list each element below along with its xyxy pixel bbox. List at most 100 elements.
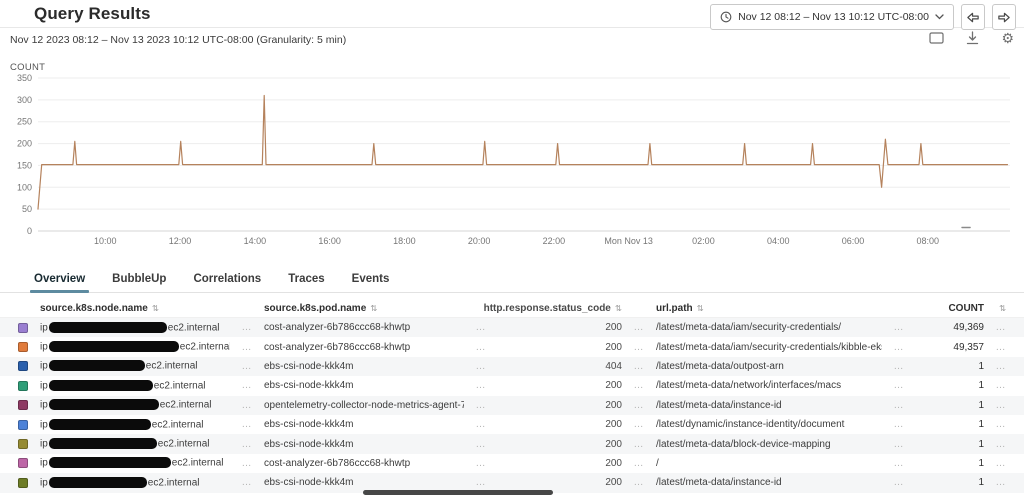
series-swatch-cell: [18, 420, 40, 430]
results-chart: COUNT 050100150200250300350 10:0012:0014…: [0, 56, 1024, 252]
row-menu-ellipsis[interactable]: …: [464, 342, 498, 353]
row-menu-ellipsis[interactable]: …: [464, 361, 498, 372]
table-row[interactable]: ipec2.internal … ebs-csi-node-kkk4m … 20…: [0, 434, 1024, 453]
svg-text:04:00: 04:00: [767, 236, 790, 246]
row-menu-ellipsis[interactable]: …: [230, 342, 264, 353]
horizontal-scrollbar-thumb[interactable]: [363, 490, 553, 495]
url-path-cell: /latest/dynamic/instance-identity/docume…: [656, 419, 882, 430]
table-row[interactable]: ipec2.internal … ebs-csi-node-kkk4m … 20…: [0, 376, 1024, 395]
chart-plot-area[interactable]: 050100150200250300350 10:0012:0014:0016:…: [0, 56, 1024, 252]
redacted-text: [49, 322, 167, 333]
status-code-cell: 200: [498, 322, 622, 333]
row-menu-ellipsis[interactable]: …: [230, 477, 264, 488]
svg-text:350: 350: [17, 73, 32, 83]
row-menu-ellipsis[interactable]: …: [622, 322, 656, 333]
table-body: ipec2.internal … cost-analyzer-6b786ccc6…: [0, 318, 1024, 493]
row-menu-ellipsis[interactable]: …: [984, 361, 1018, 372]
series-swatch-cell: [18, 458, 40, 468]
row-menu-ellipsis[interactable]: …: [622, 361, 656, 372]
row-menu-ellipsis[interactable]: …: [230, 400, 264, 411]
tab-correlations[interactable]: Correlations: [193, 273, 261, 292]
column-header-url-path[interactable]: url.path ⇅: [656, 303, 882, 314]
arrow-left-icon: [966, 11, 980, 24]
column-header-pod-name[interactable]: source.k8s.pod.name ⇅: [264, 303, 464, 314]
tab-events[interactable]: Events: [352, 273, 390, 292]
row-menu-ellipsis[interactable]: …: [984, 458, 1018, 469]
row-menu-ellipsis[interactable]: …: [882, 477, 916, 488]
table-row[interactable]: ipec2.internal … opentelemetry-collector…: [0, 396, 1024, 415]
row-menu-ellipsis[interactable]: …: [464, 419, 498, 430]
row-menu-ellipsis[interactable]: …: [622, 477, 656, 488]
row-menu-ellipsis[interactable]: …: [464, 477, 498, 488]
previous-time-window-button[interactable]: [961, 4, 985, 30]
row-menu-ellipsis[interactable]: …: [464, 458, 498, 469]
status-code-cell: 200: [498, 342, 622, 353]
row-menu-ellipsis[interactable]: …: [622, 342, 656, 353]
row-menu-ellipsis[interactable]: …: [882, 361, 916, 372]
chart-gridlines: [38, 78, 1010, 231]
column-header-count[interactable]: COUNT: [916, 303, 984, 314]
row-menu-ellipsis[interactable]: …: [882, 380, 916, 391]
count-cell: 1: [916, 458, 984, 469]
date-range-picker[interactable]: Nov 12 08:12 – Nov 13 10:12 UTC-08:00: [710, 4, 954, 30]
tab-traces[interactable]: Traces: [288, 273, 324, 292]
row-menu-ellipsis[interactable]: …: [464, 439, 498, 450]
row-menu-ellipsis[interactable]: …: [464, 322, 498, 333]
row-menu-ellipsis[interactable]: …: [882, 439, 916, 450]
row-menu-ellipsis[interactable]: …: [984, 439, 1018, 450]
svg-text:100: 100: [17, 182, 32, 192]
redacted-text: [49, 360, 145, 371]
column-label: COUNT: [948, 303, 984, 314]
pod-name-cell: ebs-csi-node-kkk4m: [264, 361, 464, 372]
series-color-swatch: [18, 323, 28, 333]
row-menu-ellipsis[interactable]: …: [230, 322, 264, 333]
node-name-cell: ipec2.internal: [40, 438, 230, 450]
svg-text:300: 300: [17, 95, 32, 105]
row-menu-ellipsis[interactable]: …: [622, 458, 656, 469]
table-row[interactable]: ipec2.internal … ebs-csi-node-kkk4m … 20…: [0, 415, 1024, 434]
tab-overview[interactable]: Overview: [34, 273, 85, 292]
row-menu-ellipsis[interactable]: …: [230, 361, 264, 372]
column-header-status-code[interactable]: http.response.status_code ⇅: [498, 303, 622, 314]
row-menu-ellipsis[interactable]: …: [622, 419, 656, 430]
row-menu-ellipsis[interactable]: …: [984, 342, 1018, 353]
row-menu-ellipsis[interactable]: …: [882, 342, 916, 353]
comment-annotation-button[interactable]: [929, 32, 944, 44]
row-menu-ellipsis[interactable]: …: [230, 419, 264, 430]
row-menu-ellipsis[interactable]: …: [882, 400, 916, 411]
row-menu-ellipsis[interactable]: …: [882, 458, 916, 469]
row-menu-ellipsis[interactable]: …: [984, 400, 1018, 411]
redacted-text: [49, 341, 179, 352]
row-menu-ellipsis[interactable]: …: [230, 380, 264, 391]
table-row[interactable]: ipec2.internal … cost-analyzer-6b786ccc6…: [0, 337, 1024, 356]
table-row[interactable]: ipec2.internal … cost-analyzer-6b786ccc6…: [0, 454, 1024, 473]
series-swatch-cell: [18, 323, 40, 333]
row-menu-ellipsis[interactable]: …: [882, 322, 916, 333]
row-menu-ellipsis[interactable]: …: [984, 419, 1018, 430]
row-menu-ellipsis[interactable]: …: [984, 477, 1018, 488]
row-menu-ellipsis[interactable]: …: [622, 400, 656, 411]
download-results-button[interactable]: [966, 31, 979, 45]
svg-text:16:00: 16:00: [318, 236, 341, 246]
tab-bubbleup[interactable]: BubbleUp: [112, 273, 166, 292]
status-code-cell: 200: [498, 419, 622, 430]
arrow-right-icon: [997, 11, 1011, 24]
row-menu-ellipsis[interactable]: …: [622, 439, 656, 450]
row-menu-ellipsis[interactable]: …: [622, 380, 656, 391]
row-menu-ellipsis[interactable]: …: [882, 419, 916, 430]
url-path-cell: /latest/meta-data/iam/security-credentia…: [656, 342, 882, 353]
pod-name-cell: ebs-csi-node-kkk4m: [264, 380, 464, 391]
row-menu-ellipsis[interactable]: …: [230, 439, 264, 450]
sort-arrows-icon: ⇅: [697, 303, 704, 314]
row-menu-ellipsis[interactable]: …: [984, 322, 1018, 333]
row-menu-ellipsis[interactable]: …: [464, 380, 498, 391]
table-row[interactable]: ipec2.internal … cost-analyzer-6b786ccc6…: [0, 318, 1024, 337]
url-path-cell: /latest/meta-data/iam/security-credentia…: [656, 322, 882, 333]
row-menu-ellipsis[interactable]: …: [984, 380, 1018, 391]
row-menu-ellipsis[interactable]: …: [230, 458, 264, 469]
table-row[interactable]: ipec2.internal … ebs-csi-node-kkk4m … 40…: [0, 357, 1024, 376]
column-header-node-name[interactable]: source.k8s.node.name ⇅: [40, 303, 230, 314]
row-menu-ellipsis[interactable]: …: [464, 400, 498, 411]
chart-settings-button[interactable]: ⚙: [1001, 31, 1014, 45]
next-time-window-button[interactable]: [992, 4, 1016, 30]
